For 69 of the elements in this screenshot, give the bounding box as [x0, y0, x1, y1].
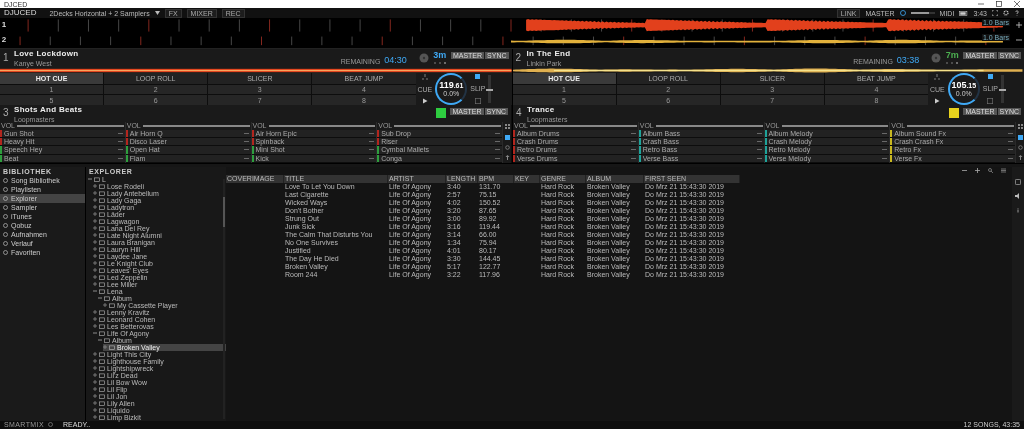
- fullscreen-icon[interactable]: [992, 10, 998, 17]
- expand-icon[interactable]: [103, 345, 107, 350]
- expand-icon[interactable]: [93, 387, 97, 392]
- help-icon[interactable]: [1014, 10, 1020, 17]
- deck-number: 2: [515, 53, 523, 64]
- key-label: 3m: [433, 51, 447, 61]
- deck-number: 2: [0, 36, 8, 45]
- track-title: Love Lockdown: [14, 49, 79, 58]
- key-adjust-icon[interactable]: [945, 61, 960, 66]
- expand-icon[interactable]: [93, 191, 97, 196]
- sample-pack-title: Trance: [527, 105, 556, 114]
- expand-icon[interactable]: [103, 303, 107, 308]
- expand-icon[interactable]: [93, 219, 97, 224]
- vinyl-icon[interactable]: [418, 53, 429, 64]
- remaining-time: 04:30: [384, 55, 407, 65]
- expand-icon[interactable]: [93, 268, 97, 273]
- zoom-in-icon[interactable]: [1016, 22, 1022, 29]
- knob-icon[interactable]: [899, 10, 906, 17]
- battery-icon: [959, 10, 969, 16]
- expand-icon[interactable]: [93, 261, 97, 266]
- key-adjust-icon[interactable]: [432, 61, 447, 66]
- upload-icon[interactable]: [504, 155, 510, 161]
- master-volume-slider[interactable]: [910, 12, 935, 15]
- deck-number: 4: [516, 108, 523, 119]
- expand-icon[interactable]: [93, 415, 97, 420]
- expand-icon[interactable]: [93, 233, 97, 238]
- expand-icon[interactable]: [93, 408, 97, 413]
- expand-icon[interactable]: [93, 240, 97, 245]
- expand-icon[interactable]: [93, 352, 97, 357]
- expand-icon[interactable]: [93, 282, 97, 287]
- expand-icon[interactable]: [93, 359, 97, 364]
- expand-icon[interactable]: [93, 310, 97, 315]
- close-icon[interactable]: [1014, 1, 1020, 8]
- maximize-icon[interactable]: [996, 1, 1002, 8]
- vinyl-icon[interactable]: [931, 53, 942, 64]
- expand-icon[interactable]: [93, 401, 97, 406]
- minimize-icon[interactable]: [978, 1, 984, 8]
- speaker-icon[interactable]: [1015, 192, 1021, 199]
- toggle-icon[interactable]: [48, 422, 54, 428]
- expand-icon[interactable]: [93, 366, 97, 371]
- track-title: In The End: [526, 49, 571, 58]
- expand-icon[interactable]: [93, 373, 97, 378]
- expand-icon[interactable]: [93, 275, 97, 280]
- deck-number: 1: [3, 53, 10, 64]
- expand-icon[interactable]: [93, 247, 97, 252]
- key-label: 7m: [945, 51, 959, 61]
- expand-icon[interactable]: [93, 205, 97, 210]
- zoom-out-icon[interactable]: [962, 168, 967, 174]
- deck-number: 3: [3, 108, 10, 119]
- expand-icon[interactable]: [93, 184, 97, 189]
- expand-icon[interactable]: [93, 380, 97, 385]
- search-icon[interactable]: [988, 168, 993, 174]
- deck-number: 1: [0, 21, 8, 30]
- zoom-out-icon[interactable]: [1016, 37, 1022, 44]
- expand-icon[interactable]: [93, 254, 97, 259]
- app-logo: DJUCED: [4, 9, 37, 18]
- expand-icon[interactable]: [93, 198, 97, 203]
- sample-pack-title: Shots And Beats: [14, 105, 83, 114]
- menu-icon[interactable]: [1001, 168, 1006, 174]
- zoom-in-icon[interactable]: [975, 168, 980, 174]
- remaining-time: 03:38: [896, 55, 920, 65]
- expand-icon[interactable]: [93, 394, 97, 399]
- upload-icon[interactable]: [1017, 155, 1023, 161]
- expand-icon[interactable]: [93, 212, 97, 217]
- expand-icon[interactable]: [93, 324, 97, 329]
- grid-icon[interactable]: [1017, 124, 1023, 130]
- grid-icon[interactable]: [504, 124, 510, 130]
- expand-icon[interactable]: [93, 317, 97, 322]
- expand-icon[interactable]: [93, 226, 97, 231]
